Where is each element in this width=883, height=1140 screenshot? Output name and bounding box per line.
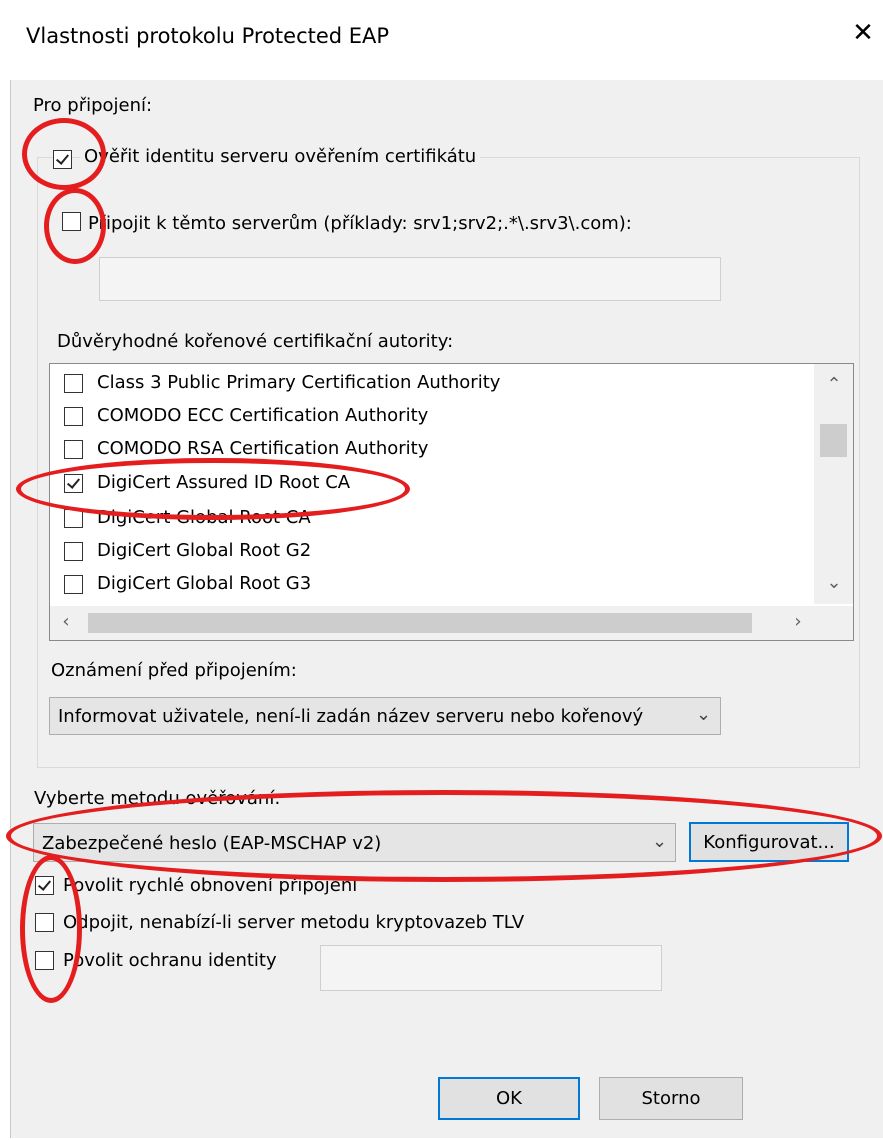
fast-reconnect-label[interactable]: Povolit rychlé obnovení připojení bbox=[63, 875, 357, 896]
ca-checkbox[interactable] bbox=[64, 440, 83, 459]
ca-list-item[interactable]: DigiCert Assured ID Root CA bbox=[97, 472, 350, 493]
ca-list-item[interactable]: DigiCert Global Root CA bbox=[97, 507, 311, 528]
scroll-down-icon[interactable]: ⌄ bbox=[824, 572, 844, 593]
verify-server-cert-label[interactable]: Ověřit identitu serveru ověřením certifi… bbox=[80, 146, 481, 167]
ca-list-item[interactable]: COMODO RSA Certification Authority bbox=[97, 438, 428, 459]
scroll-left-icon[interactable]: ‹ bbox=[56, 611, 76, 632]
ca-checkbox[interactable] bbox=[64, 509, 83, 528]
horizontal-scroll-thumb[interactable] bbox=[88, 613, 752, 633]
cancel-button[interactable]: Storno bbox=[599, 1077, 743, 1120]
disconnect-no-tlv-checkbox[interactable] bbox=[35, 913, 54, 932]
notification-label: Oznámení před připojením: bbox=[51, 660, 297, 681]
ca-checkbox[interactable] bbox=[64, 374, 83, 393]
connect-section-label: Pro připojení: bbox=[33, 95, 153, 116]
dialog-title: Vlastnosti protokolu Protected EAP bbox=[26, 24, 390, 48]
horizontal-scrollbar[interactable]: ‹ › bbox=[50, 606, 853, 640]
vertical-scroll-thumb[interactable] bbox=[820, 424, 847, 457]
ca-checkbox[interactable] bbox=[64, 575, 83, 594]
configure-button[interactable]: Konfigurovat... bbox=[689, 822, 849, 862]
notification-selected-value: Informovat uživatele, není-li zadán náze… bbox=[58, 706, 644, 727]
identity-privacy-checkbox[interactable] bbox=[35, 951, 54, 970]
auth-method-label: Vyberte metodu ověřování: bbox=[34, 788, 281, 809]
chevron-down-icon: ⌄ bbox=[652, 831, 668, 852]
disconnect-no-tlv-label[interactable]: Odpojit, nenabízí-li server metodu krypt… bbox=[63, 912, 524, 933]
auth-method-dropdown[interactable]: Zabezpečené heslo (EAP-MSCHAP v2) ⌄ bbox=[33, 823, 676, 862]
ca-checkbox[interactable] bbox=[64, 542, 83, 561]
ca-checkbox[interactable] bbox=[64, 474, 83, 493]
ok-button[interactable]: OK bbox=[438, 1077, 580, 1120]
trusted-cas-list[interactable]: Class 3 Public Primary Certification Aut… bbox=[49, 363, 854, 641]
identity-privacy-label[interactable]: Povolit ochranu identity bbox=[63, 950, 277, 971]
ca-list-item[interactable]: COMODO ECC Certification Authority bbox=[97, 405, 428, 426]
trusted-cas-label: Důvěryhodné kořenové certifikační autori… bbox=[57, 331, 454, 352]
server-names-input[interactable] bbox=[99, 257, 721, 301]
auth-method-selected-value: Zabezpečené heslo (EAP-MSCHAP v2) bbox=[42, 833, 382, 854]
scroll-up-icon[interactable]: ⌃ bbox=[824, 374, 844, 395]
verify-server-cert-checkbox[interactable] bbox=[53, 150, 72, 169]
vertical-scrollbar[interactable]: ⌃ ⌄ bbox=[814, 364, 853, 604]
ca-list-item[interactable]: DigiCert Global Root G2 bbox=[97, 540, 311, 561]
scroll-right-icon[interactable]: › bbox=[788, 611, 808, 632]
close-icon[interactable]: ✕ bbox=[848, 20, 878, 46]
ca-checkbox[interactable] bbox=[64, 407, 83, 426]
connect-to-servers-label[interactable]: Připojit k těmto serverům (příklady: srv… bbox=[88, 213, 632, 234]
chevron-down-icon: ⌄ bbox=[696, 704, 712, 725]
identity-privacy-input[interactable] bbox=[320, 945, 662, 991]
notification-dropdown[interactable]: Informovat uživatele, není-li zadán náze… bbox=[49, 697, 721, 735]
ca-list-item[interactable]: DigiCert Global Root G3 bbox=[97, 573, 311, 594]
ca-list-item[interactable]: Class 3 Public Primary Certification Aut… bbox=[97, 372, 500, 393]
fast-reconnect-checkbox[interactable] bbox=[35, 876, 54, 895]
connect-to-servers-checkbox[interactable] bbox=[62, 212, 81, 231]
